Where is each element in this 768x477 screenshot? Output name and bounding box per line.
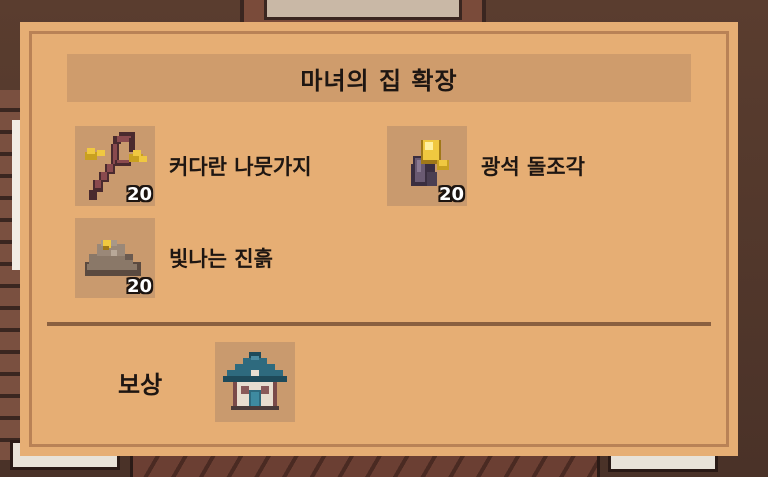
reward-label: 보상 — [118, 371, 163, 399]
item-name: 커다란 나뭇가지 — [169, 155, 312, 179]
item-name: 빛나는 진흙 — [169, 247, 273, 271]
dialog-title-bar: 마녀의 집 확장 — [67, 54, 691, 102]
item-quantity: 20 — [126, 276, 152, 297]
requirement-item[interactable]: 20 커다란 나뭇가지 — [75, 126, 312, 206]
dialog-title: 마녀의 집 확장 — [300, 66, 458, 95]
background-wall — [0, 90, 22, 460]
item-quantity: 20 — [438, 184, 464, 205]
section-divider — [47, 322, 711, 326]
game-screen: 마녀의 집 확장 20 커다란 나뭇가지 20 광석 돌조각 20 빛나는 진흙… — [0, 0, 768, 477]
item-slot[interactable]: 20 — [75, 126, 155, 206]
requirement-item[interactable]: 20 광석 돌조각 — [387, 126, 585, 206]
item-slot[interactable]: 20 — [387, 126, 467, 206]
item-slot[interactable]: 20 — [75, 218, 155, 298]
item-quantity: 20 — [126, 184, 152, 205]
reward-slot[interactable] — [215, 342, 295, 422]
expansion-dialog: 마녀의 집 확장 20 커다란 나뭇가지 20 광석 돌조각 20 빛나는 진흙… — [20, 22, 738, 456]
item-name: 광석 돌조각 — [481, 155, 585, 179]
witch-house-icon — [223, 352, 287, 410]
requirement-item[interactable]: 20 빛나는 진흙 — [75, 218, 273, 298]
